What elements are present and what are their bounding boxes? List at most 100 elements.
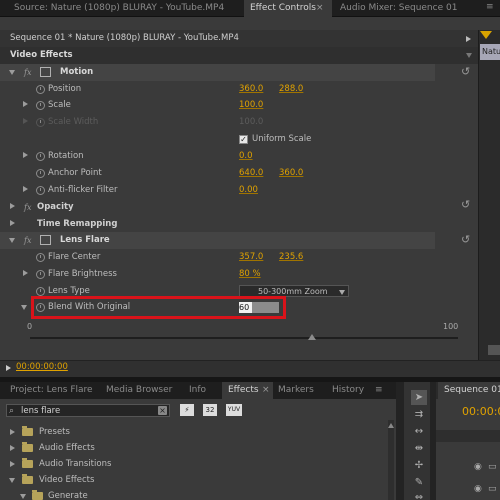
audio-transitions-expand-icon[interactable]: [10, 461, 15, 467]
flare-brightness-stopwatch-icon[interactable]: [36, 270, 45, 279]
mini-scrollbar[interactable]: [488, 345, 500, 355]
slip-tool-icon[interactable]: ⇔: [411, 490, 427, 500]
motion-expand-icon[interactable]: [9, 70, 15, 75]
motion-transform-icon[interactable]: [40, 67, 51, 77]
uniform-scale-label: Uniform Scale: [252, 134, 312, 144]
razor-tool-icon[interactable]: ✎: [411, 475, 427, 490]
anchor-point-y-value[interactable]: 360.0: [279, 165, 303, 182]
highlight-box: [31, 296, 286, 319]
motion-fx-icon[interactable]: fx: [24, 64, 31, 81]
flare-brightness-expand-icon[interactable]: [23, 270, 28, 276]
bottom-panel-menu-icon[interactable]: ≡: [375, 385, 383, 395]
slider-min-label: 0: [27, 322, 33, 331]
scale-expand-icon[interactable]: [23, 101, 28, 107]
scale-stopwatch-icon[interactable]: [36, 101, 45, 110]
presets-expand-icon[interactable]: [10, 429, 15, 435]
track-lock-icon-2[interactable]: ▭: [488, 484, 497, 494]
accelerated-effects-filter-icon[interactable]: ⚡: [180, 404, 194, 416]
tab-sequence[interactable]: Sequence 01: [438, 382, 500, 399]
anti-flicker-stopwatch-icon[interactable]: [36, 186, 45, 195]
32-bit-filter-button[interactable]: 32: [203, 404, 217, 416]
lens-flare-expand-icon[interactable]: [9, 238, 15, 243]
search-icon: ⌕: [9, 406, 15, 416]
scroll-up-icon[interactable]: [388, 423, 394, 428]
opacity-expand-icon[interactable]: [10, 203, 15, 209]
rotation-expand-icon[interactable]: [23, 152, 28, 158]
selection-tool-icon[interactable]: ➤: [411, 390, 427, 405]
tree-item-presets[interactable]: Presets: [39, 424, 70, 441]
tab-markers[interactable]: Markers: [272, 382, 320, 399]
track-select-tool-icon[interactable]: ⇉: [411, 407, 427, 422]
play-icon[interactable]: [466, 36, 471, 42]
lens-flare-mask-icon[interactable]: [40, 235, 51, 245]
anchor-point-x-value[interactable]: 640.0: [239, 165, 263, 182]
rate-stretch-tool-icon[interactable]: ✢: [411, 458, 427, 473]
rolling-edit-tool-icon[interactable]: ⇹: [411, 441, 427, 456]
sequence-ruler: [436, 430, 500, 442]
presets-folder-icon: [22, 426, 33, 436]
audio-effects-expand-icon[interactable]: [10, 445, 15, 451]
anti-flicker-expand-icon[interactable]: [23, 186, 28, 192]
blend-expand-icon[interactable]: [21, 305, 27, 310]
opacity-reset-icon[interactable]: ↺: [461, 199, 472, 210]
track-lock-icon-1[interactable]: ▭: [488, 462, 497, 472]
mini-timeline: [478, 30, 500, 360]
sequence-timecode[interactable]: 00:00:0: [462, 405, 500, 418]
effect-controls-timecode[interactable]: 00:00:00:00: [16, 362, 68, 372]
close-tab-icon[interactable]: ×: [316, 3, 324, 13]
position-stopwatch-icon[interactable]: [36, 85, 45, 94]
position-y-value[interactable]: 288.0: [279, 81, 303, 98]
flare-brightness-value[interactable]: 80 %: [239, 266, 261, 283]
position-x-value[interactable]: 360.0: [239, 81, 263, 98]
lens-type-stopwatch-icon[interactable]: [36, 287, 45, 296]
uniform-scale-checkbox[interactable]: ✓: [239, 135, 248, 144]
video-effects-tree-expand-icon[interactable]: [9, 478, 15, 483]
tab-source[interactable]: Source: Nature (1080p) BLURAY - YouTube.…: [8, 0, 230, 17]
track-visibility-icon-2[interactable]: ◉: [474, 484, 482, 494]
tab-audio-mixer[interactable]: Audio Mixer: Sequence 01: [334, 0, 463, 17]
tree-item-audio-effects[interactable]: Audio Effects: [39, 440, 95, 457]
blend-slider-handle[interactable]: [308, 334, 316, 340]
ripple-edit-tool-icon[interactable]: ↔: [411, 424, 427, 439]
scale-value[interactable]: 100.0: [239, 97, 263, 114]
motion-reset-icon[interactable]: ↺: [461, 66, 472, 77]
scale-width-expand-icon: [23, 118, 28, 124]
tree-item-audio-transitions[interactable]: Audio Transitions: [39, 456, 111, 473]
tab-project[interactable]: Project: Lens Flare: [4, 382, 99, 399]
anti-flicker-value[interactable]: 0.00: [239, 182, 258, 199]
playhead-marker[interactable]: [480, 31, 492, 39]
close-effects-tab-icon[interactable]: ×: [262, 385, 270, 395]
rotation-value[interactable]: 0.0: [239, 148, 253, 165]
scale-width-value: 100.0: [239, 117, 264, 127]
position-label: Position: [48, 84, 82, 94]
yuv-filter-button[interactable]: YUV: [226, 404, 242, 416]
flare-center-label: Flare Center: [48, 252, 101, 262]
flare-center-y-value[interactable]: 235.6: [279, 249, 303, 266]
tab-info[interactable]: Info: [183, 382, 212, 399]
lens-flare-fx-icon[interactable]: fx: [24, 232, 31, 249]
timecode-marker-icon: [6, 365, 11, 371]
tree-item-generate[interactable]: Generate: [48, 488, 88, 500]
tab-history[interactable]: History: [326, 382, 370, 399]
opacity-label: Opacity: [37, 202, 74, 212]
tab-media-browser[interactable]: Media Browser: [100, 382, 178, 399]
flare-center-x-value[interactable]: 357.0: [239, 249, 263, 266]
generate-expand-icon[interactable]: [20, 494, 26, 499]
slider-max-label: 100: [443, 322, 459, 331]
rotation-stopwatch-icon[interactable]: [36, 152, 45, 161]
video-effects-collapse-icon[interactable]: [466, 53, 472, 58]
tree-item-video-effects[interactable]: Video Effects: [39, 472, 94, 489]
flare-center-stopwatch-icon[interactable]: [36, 253, 45, 262]
effects-search-field[interactable]: ⌕ lens flare ×: [6, 404, 170, 417]
track-visibility-icon-1[interactable]: ◉: [474, 462, 482, 472]
clear-search-icon[interactable]: ×: [158, 406, 167, 415]
anchor-point-stopwatch-icon[interactable]: [36, 169, 45, 178]
opacity-fx-icon[interactable]: fx: [24, 199, 31, 216]
scale-width-stopwatch-icon: [36, 118, 45, 127]
panel-menu-icon[interactable]: ≡: [486, 2, 494, 12]
blend-slider-track[interactable]: [30, 337, 458, 339]
effects-scrollbar[interactable]: [388, 420, 394, 500]
video-effects-label: Video Effects: [10, 50, 73, 60]
time-remapping-expand-icon[interactable]: [10, 220, 15, 226]
lens-flare-reset-icon[interactable]: ↺: [461, 234, 472, 245]
